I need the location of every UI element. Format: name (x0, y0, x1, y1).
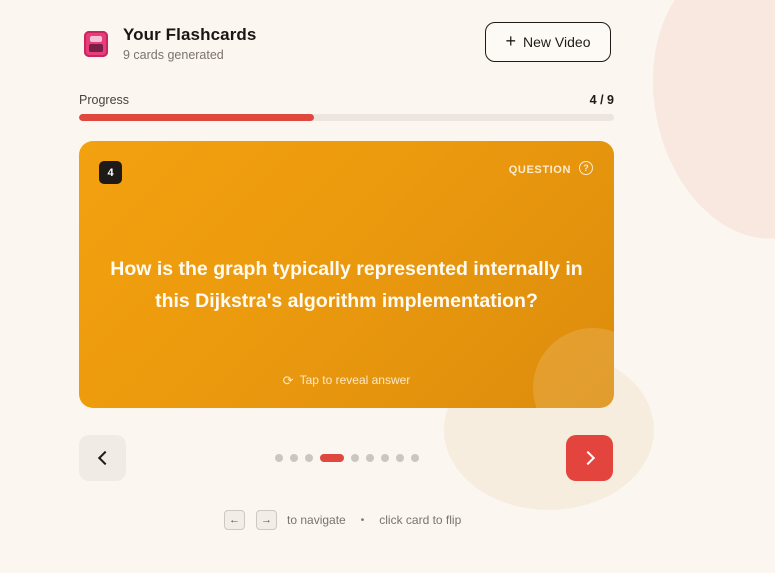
background-blob-top-right (628, 0, 775, 258)
pagination-dot[interactable] (351, 454, 359, 462)
reveal-answer-hint-text: Tap to reveal answer (299, 373, 411, 387)
left-arrow-key: ← (224, 510, 245, 530)
keyboard-hint: ← → to navigate • click card to flip (224, 510, 461, 530)
flip-hint-text: click card to flip (379, 513, 462, 527)
flashcard[interactable]: 4 QUESTION ? How is the graph typically … (79, 141, 614, 408)
reveal-answer-hint: ⟳ Tap to reveal answer (79, 373, 614, 387)
card-type-label: QUESTION (508, 164, 571, 176)
hint-separator: • (360, 514, 365, 526)
page-title: Your Flashcards (123, 25, 257, 44)
refresh-icon: ⟳ (282, 372, 294, 388)
navigate-hint-text: to navigate (287, 513, 346, 527)
card-number-badge: 4 (99, 161, 122, 184)
pagination-dot-active[interactable] (320, 454, 344, 462)
next-card-button[interactable] (566, 435, 613, 481)
icon-frame-top (90, 36, 102, 42)
chevron-left-icon (97, 450, 112, 466)
pagination-dot[interactable] (290, 454, 298, 462)
video-collection-icon (84, 31, 108, 57)
plus-icon: + (505, 31, 517, 51)
progress-bar (79, 114, 614, 121)
icon-frame-bottom (89, 44, 103, 52)
previous-card-button[interactable] (79, 435, 126, 481)
pagination-dot[interactable] (305, 454, 313, 462)
progress-bar-fill (79, 114, 315, 121)
new-video-button-label: New Video (523, 34, 591, 50)
question-mark-icon: ? (579, 161, 593, 175)
pagination-dot[interactable] (396, 454, 404, 462)
pagination-dot[interactable] (366, 454, 374, 462)
progress-label: Progress (79, 93, 130, 107)
pagination-dot[interactable] (411, 454, 419, 462)
chevron-right-icon (580, 450, 595, 466)
card-decorative-circle (533, 328, 614, 408)
progress-count: 4 / 9 (589, 93, 614, 107)
pagination-dot[interactable] (275, 454, 283, 462)
cards-count-subtitle: 9 cards generated (123, 48, 224, 62)
pagination-dot[interactable] (381, 454, 389, 462)
new-video-button[interactable]: + New Video (485, 22, 611, 62)
right-arrow-key: → (256, 510, 277, 530)
pagination-dots (275, 454, 419, 462)
card-question-text: How is the graph typically represented i… (110, 258, 583, 312)
